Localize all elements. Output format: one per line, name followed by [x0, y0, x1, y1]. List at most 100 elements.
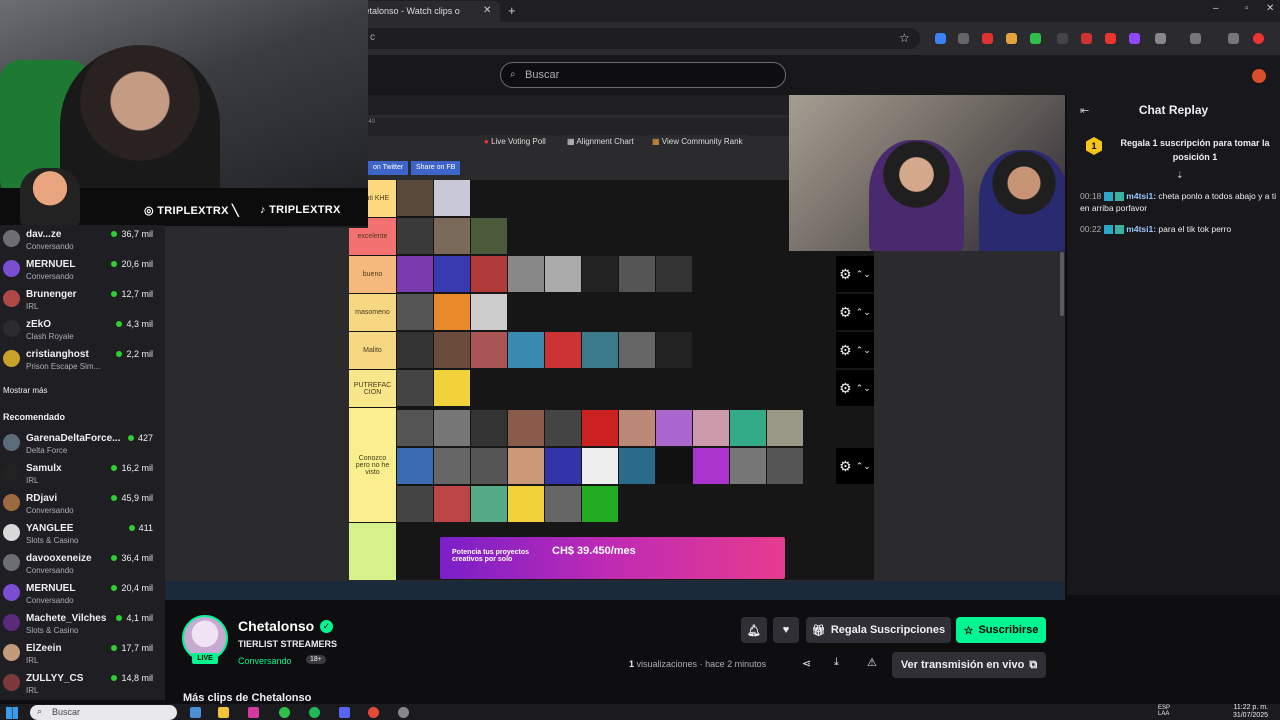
channel-avatar [3, 464, 20, 481]
tier-row [397, 410, 803, 446]
chrome-icon[interactable] [368, 707, 379, 718]
extension-icon[interactable] [958, 33, 969, 44]
start-icon[interactable] [6, 707, 18, 719]
star-icon: ☆ [963, 624, 974, 637]
share-twitter-button[interactable]: on Twitter [368, 161, 409, 175]
whatsapp-icon[interactable] [279, 707, 290, 718]
external-link-icon: ⧉ [1029, 658, 1038, 671]
sidebar-channel[interactable]: RDjavi Conversando 45,9 mil [0, 492, 165, 522]
sidebar-channel[interactable]: Brunenger IRL 12,7 mil [0, 288, 165, 318]
expand-icon[interactable]: ⇣ [1176, 170, 1184, 181]
sidebar-channel[interactable]: MERNUEL Conversando 20,4 mil [0, 582, 165, 612]
alignment-chart-button[interactable]: ▦ Alignment Chart [561, 135, 640, 149]
gift-sub-prompt[interactable]: 1 Regala 1 suscripción para tomar la pos… [1078, 132, 1274, 168]
minimize-icon[interactable]: – [1213, 3, 1219, 14]
report-icon[interactable]: ⚠ [867, 656, 877, 669]
sidebar-channel[interactable]: Machete_Vilches Slots & Casino 4,1 mil [0, 612, 165, 642]
badge-icon [1104, 225, 1114, 235]
extension-icon[interactable] [1228, 33, 1239, 44]
sidebar-channel[interactable]: Samulx IRL 16,2 mil [0, 462, 165, 492]
app-icon[interactable] [398, 707, 409, 718]
channel-category: Clash Royale [26, 332, 74, 341]
clip-category[interactable]: Conversando [238, 656, 292, 666]
live-voting-poll-button[interactable]: ● Live Voting Poll [478, 135, 552, 149]
close-window-icon[interactable]: ✕ [1266, 3, 1274, 14]
tab-close-icon[interactable]: ✕ [483, 5, 491, 16]
watch-live-button[interactable]: Ver transmisión en vivo ⧉ [892, 652, 1046, 678]
spotify-icon[interactable] [309, 707, 320, 718]
profile-icon[interactable] [1253, 33, 1264, 44]
sidebar-channel[interactable]: GarenaDeltaForce... Delta Force 427 [0, 432, 165, 462]
extension-icon[interactable] [1057, 33, 1068, 44]
tier-label: Malito [349, 332, 396, 369]
extension-icon[interactable] [1129, 33, 1140, 44]
user-avatar[interactable] [1252, 69, 1266, 83]
gift-subs-button[interactable]: 🎁︎ Regala Suscripciones [806, 617, 951, 643]
share-icon[interactable]: ⋖ [802, 657, 811, 670]
new-tab-icon[interactable]: + [508, 3, 516, 18]
social-bar: ◎ TRIPLEXTRX ╲ ♪ TRIPLEXTRX [0, 168, 368, 226]
folder-icon[interactable] [218, 707, 229, 718]
chat-scrollbar[interactable] [1060, 252, 1064, 316]
taskbar-clock[interactable]: 11:22 p. m. 31/07/2025 [1233, 704, 1268, 720]
viewer-count: 16,2 mil [111, 463, 153, 473]
button-label: View Community Rank [661, 137, 743, 146]
extensions-puzzle-icon[interactable] [1155, 33, 1166, 44]
channel-name[interactable]: Chetalonso [238, 618, 314, 634]
sidebar-channel[interactable]: ElZeein IRL 17,7 mil [0, 642, 165, 672]
maximize-icon[interactable]: ▫ [1245, 3, 1249, 14]
url-field[interactable]: c [360, 28, 920, 49]
age-badge: 18+ [306, 655, 326, 664]
views-label: visualizaciones [636, 659, 698, 669]
notifications-bell-button[interactable]: 🔔︎ [741, 617, 767, 643]
sidebar-channel[interactable]: zEkO Clash Royale 4,3 mil [0, 318, 165, 348]
search-input[interactable]: ⌕ Buscar [500, 62, 786, 88]
show-more-link[interactable]: Mostrar más [3, 386, 47, 395]
gift-sub-text: Regala 1 suscripción para tomar la posic… [1120, 138, 1270, 162]
clip-title: TIERLIST STREAMERS [238, 639, 338, 649]
extension-icon[interactable] [1105, 33, 1116, 44]
bookmark-star-icon[interactable]: ☆ [899, 31, 910, 45]
extension-icon[interactable] [982, 33, 993, 44]
sidebar-channel[interactable]: dav...ze Conversando 36,7 mil [0, 228, 165, 258]
tier-settings-control[interactable]: ⚙ ⌃⌄ [836, 370, 874, 406]
sidebar-channel[interactable]: davooxeneize Conversando 36,4 mil [0, 552, 165, 582]
sidebar-channel[interactable]: MERNUEL Conversando 20,6 mil [0, 258, 165, 288]
discord-icon[interactable] [339, 707, 350, 718]
extension-icon[interactable] [935, 33, 946, 44]
chat-user[interactable]: m4tsi1: [1126, 224, 1156, 234]
community-rank-button[interactable]: ▦ View Community Rank [646, 135, 749, 149]
subscribe-button[interactable]: ☆ Suscribirse [956, 617, 1046, 643]
tier-settings-control[interactable]: ⚙ ⌃⌄ [836, 294, 874, 330]
channel-name: dav...ze [26, 229, 62, 240]
tier-label: bueno [349, 256, 396, 293]
sidebar-channel[interactable]: YANGLEE Slots & Casino 411 [0, 522, 165, 552]
extension-icon[interactable] [1030, 33, 1041, 44]
ad-banner[interactable]: Potencia tus proyectos creativos por sol… [440, 537, 785, 579]
download-icon[interactable]: ⤓ [834, 656, 839, 669]
browser-tab[interactable]: Chetalonso - Watch clips o [345, 1, 500, 22]
tier-settings-control[interactable]: ⚙ ⌃⌄ [836, 256, 874, 292]
chat-user[interactable]: m4tsi1: [1126, 191, 1156, 201]
channel-avatar [3, 320, 20, 337]
channel-avatar [3, 524, 20, 541]
taskbar-search[interactable]: ⌕ Buscar [30, 705, 177, 720]
channel-name: Samulx [26, 463, 62, 474]
sidebar-channel[interactable]: cristianghost Prison Escape Sim... 2,2 mil [0, 348, 165, 378]
channel-avatar [3, 674, 20, 691]
url-text: c [370, 32, 375, 43]
tiktok-text: TRIPLEXTRX [269, 204, 341, 216]
sidebar-channel[interactable]: ZULLYY_CS IRL 14,8 mil [0, 672, 165, 702]
instagram-icon[interactable] [248, 707, 259, 718]
app-icon[interactable] [190, 707, 201, 718]
tier-settings-control[interactable]: ⚙ ⌃⌄ [836, 448, 874, 484]
follow-heart-button[interactable]: ♥ [773, 617, 799, 643]
extension-icon[interactable] [1006, 33, 1017, 44]
extension-icon[interactable] [1190, 33, 1201, 44]
viewer-count: 4,1 mil [116, 613, 153, 623]
viewer-count: 2,2 mil [116, 349, 153, 359]
language-indicator[interactable]: ESP LAA [1158, 705, 1170, 717]
extension-icon[interactable] [1081, 33, 1092, 44]
share-fb-button[interactable]: Share on FB [411, 161, 461, 175]
tier-settings-control[interactable]: ⚙ ⌃⌄ [836, 332, 874, 368]
